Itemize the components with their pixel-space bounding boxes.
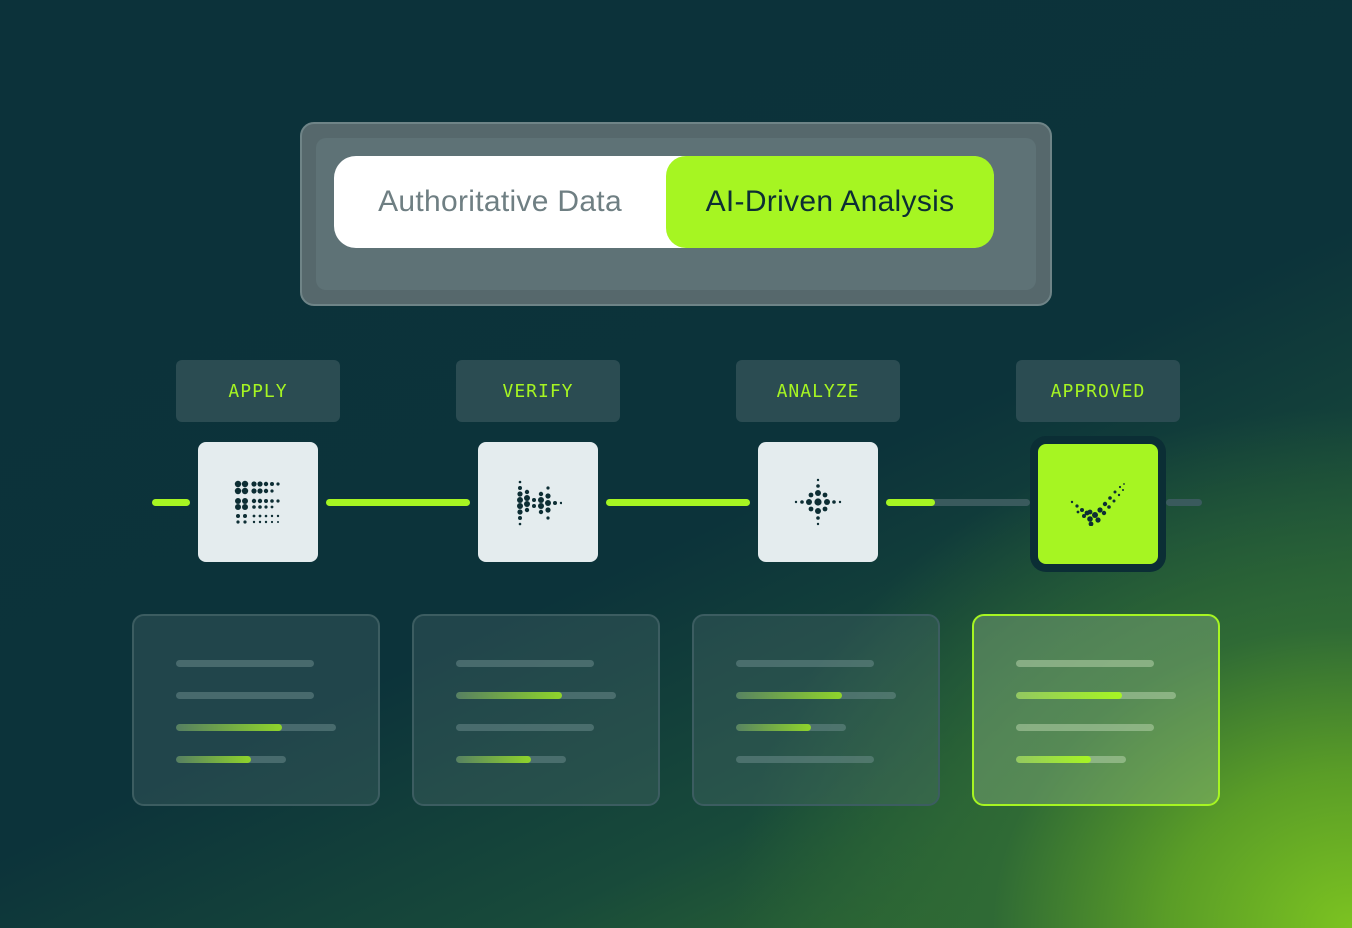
step-label-apply: APPLY (176, 360, 340, 422)
card-progress-bar (176, 756, 286, 763)
step-label-analyze: ANALYZE (736, 360, 900, 422)
source-toggle: Authoritative Data AI-Driven Analysis (334, 156, 994, 248)
connector-analyze-approved-progress (886, 499, 935, 506)
check-dots-icon (1070, 483, 1125, 526)
result-card-approved (972, 614, 1220, 806)
step-node-apply (198, 442, 318, 562)
step-node-approved (1038, 444, 1158, 564)
sparkle-dots-icon (794, 478, 842, 526)
connector-verify-analyze (606, 499, 750, 506)
card-progress-bar (456, 692, 616, 699)
connector-end (1166, 499, 1202, 506)
result-card-apply (132, 614, 380, 806)
card-line (1016, 660, 1154, 667)
result-card-verify (412, 614, 660, 806)
card-line (456, 660, 594, 667)
grid-dots-icon (234, 480, 280, 524)
card-line (176, 692, 314, 699)
step-label-verify: VERIFY (456, 360, 620, 422)
toggle-option-ai-driven-analysis[interactable]: AI-Driven Analysis (666, 156, 994, 248)
card-line (736, 756, 874, 763)
card-line (736, 660, 874, 667)
connector-start (152, 499, 190, 506)
card-line (456, 724, 594, 731)
toggle-option-authoritative-data[interactable]: Authoritative Data (334, 156, 666, 248)
step-node-analyze (758, 442, 878, 562)
converge-dots-icon (517, 480, 562, 526)
card-progress-bar (176, 724, 336, 731)
step-node-verify (478, 442, 598, 562)
connector-apply-verify (326, 499, 470, 506)
card-progress-bar (736, 724, 846, 731)
card-progress-bar (1016, 692, 1176, 699)
card-line (1016, 724, 1154, 731)
card-progress-bar (736, 692, 896, 699)
result-card-analyze (692, 614, 940, 806)
card-line (176, 660, 314, 667)
card-progress-bar (456, 756, 566, 763)
card-progress-bar (1016, 756, 1126, 763)
step-label-approved: APPROVED (1016, 360, 1180, 422)
source-toggle-frame: Authoritative Data AI-Driven Analysis (300, 122, 1052, 306)
